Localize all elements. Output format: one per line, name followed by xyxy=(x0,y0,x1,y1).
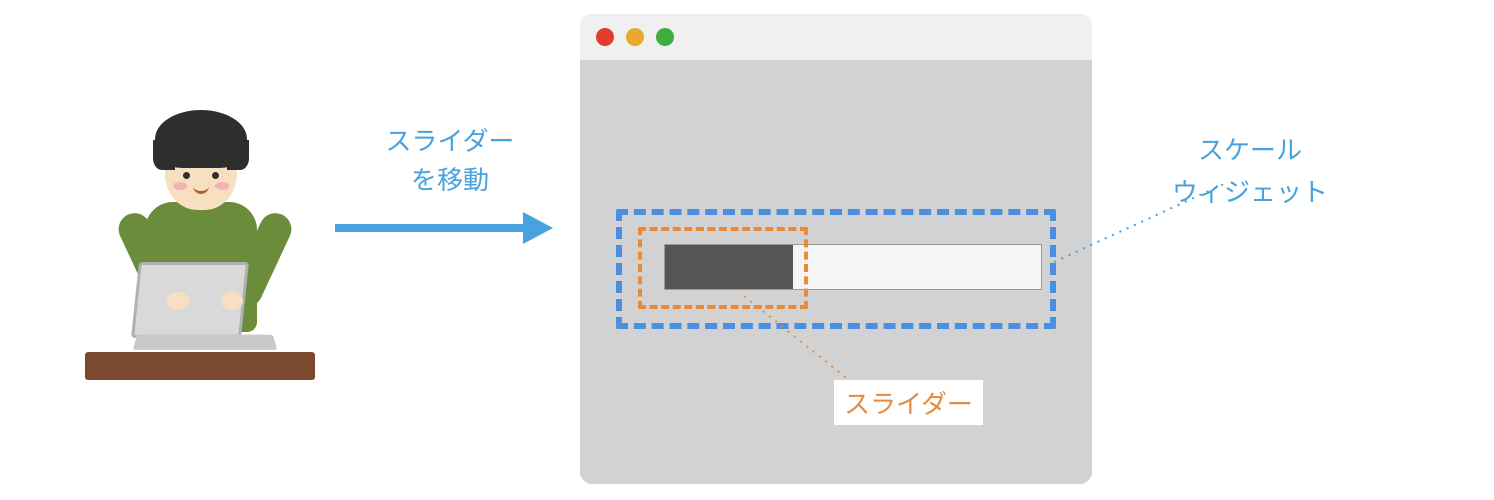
action-arrow: スライダー を移動 xyxy=(335,120,565,236)
arrow-label-line2: を移動 xyxy=(411,160,489,197)
arrow-label: スライダー を移動 xyxy=(335,120,565,198)
person-hair xyxy=(155,110,247,168)
hand-icon xyxy=(167,292,189,310)
eye-icon xyxy=(183,172,190,179)
desk-icon xyxy=(85,352,315,380)
person-illustration xyxy=(75,100,335,380)
close-icon[interactable] xyxy=(596,28,614,46)
arrow-label-line1: スライダー xyxy=(386,121,515,158)
slider-outline xyxy=(638,227,808,309)
callout-label-scale: スケール ウィジェット xyxy=(1172,128,1328,211)
callout-scale-line2: ウィジェット xyxy=(1172,172,1328,209)
hand-icon xyxy=(221,292,243,310)
window-titlebar xyxy=(580,14,1092,60)
zoom-icon[interactable] xyxy=(656,28,674,46)
blush-icon xyxy=(215,182,229,190)
laptop-base-icon xyxy=(133,335,278,350)
callout-scale-line1: スケール xyxy=(1198,130,1302,167)
eye-icon xyxy=(212,172,219,179)
arrow-icon xyxy=(335,218,565,236)
callout-label-slider: スライダー xyxy=(834,380,983,425)
mouth-icon xyxy=(193,186,209,194)
minimize-icon[interactable] xyxy=(626,28,644,46)
blush-icon xyxy=(173,182,187,190)
